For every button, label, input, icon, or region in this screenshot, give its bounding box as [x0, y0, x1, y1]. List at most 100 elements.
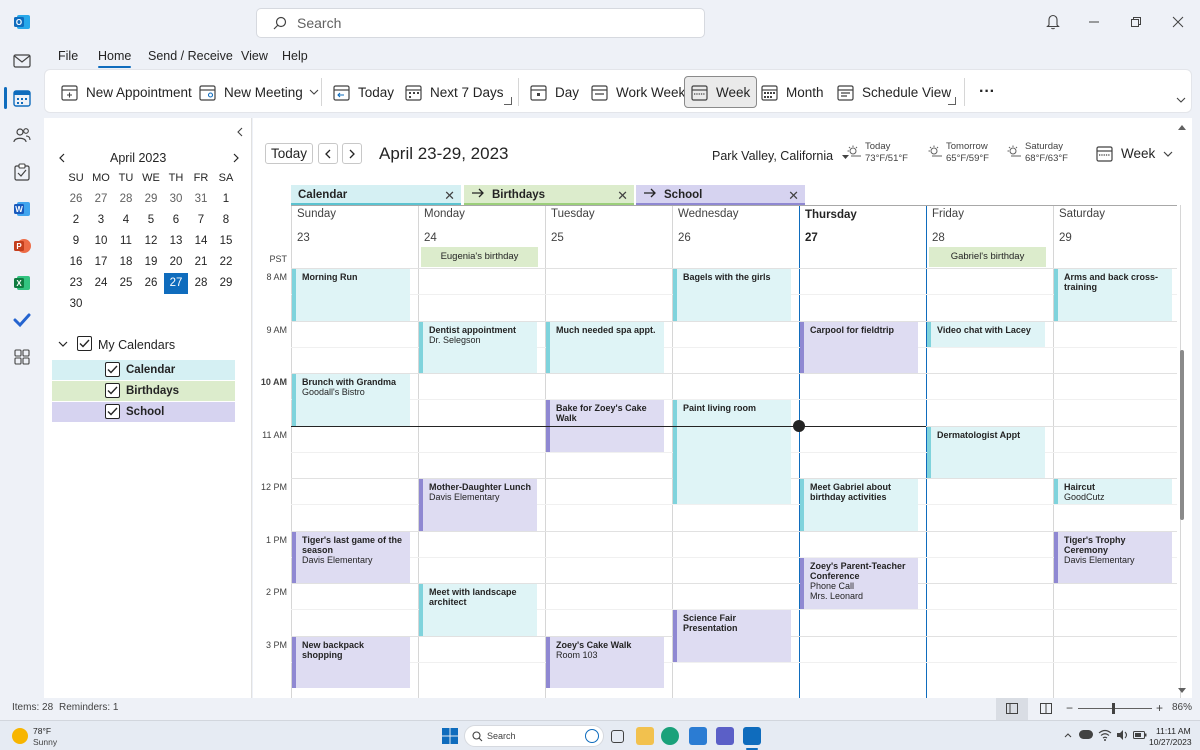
work-week-view-button[interactable]: Work Week [585, 76, 691, 108]
mini-calendar-day[interactable]: 24 [89, 273, 113, 294]
calendar-event[interactable]: Morning Run [292, 269, 410, 321]
day-header[interactable]: Wednesday [678, 208, 739, 220]
mini-calendar-day[interactable]: 12 [139, 231, 163, 252]
my-calendars-checkbox[interactable] [77, 336, 92, 351]
zoom-slider[interactable] [1078, 708, 1152, 709]
mini-calendar-day[interactable]: 16 [64, 252, 88, 273]
mini-calendar-day[interactable]: 28 [114, 189, 138, 210]
mini-calendar-day[interactable]: 29 [214, 273, 238, 294]
close-tab-icon[interactable]: ✕ [788, 188, 799, 204]
mini-calendar-day[interactable]: 15 [214, 231, 238, 252]
todo-icon[interactable] [10, 308, 34, 332]
calendar-event[interactable]: Paint living room [673, 400, 791, 505]
word-icon[interactable]: W [10, 197, 34, 221]
minimize-icon[interactable] [1084, 12, 1104, 32]
mini-calendar-day[interactable]: 20 [164, 252, 188, 273]
next-week-button[interactable] [342, 143, 362, 164]
dialog-launcher-icon[interactable] [504, 97, 512, 105]
week-view-button[interactable]: Week [684, 76, 758, 108]
ribbon-collapse-chevron-icon[interactable] [1176, 97, 1186, 103]
scroll-up-arrow-icon[interactable] [1178, 125, 1186, 130]
all-day-event[interactable]: Eugenia's birthday [421, 247, 538, 267]
day-number[interactable]: 26 [678, 232, 691, 244]
today-ribbon-button[interactable]: Today [327, 76, 400, 108]
calendar-event[interactable]: Video chat with Lacey [927, 321, 1045, 347]
day-number[interactable]: 28 [932, 232, 945, 244]
wifi-icon[interactable] [1098, 729, 1112, 741]
mini-calendar-day[interactable]: 3 [89, 210, 113, 231]
menu-send-receive[interactable]: Send / Receive [148, 49, 233, 63]
vertical-scrollbar[interactable] [1180, 350, 1184, 520]
mini-calendar-day[interactable]: 25 [114, 273, 138, 294]
mini-calendar-day[interactable]: 30 [64, 294, 88, 315]
mini-calendar-day[interactable]: 21 [189, 252, 213, 273]
mini-calendar-day[interactable]: 17 [89, 252, 113, 273]
mini-calendar-day[interactable]: 23 [64, 273, 88, 294]
mini-calendar-day[interactable]: 18 [114, 252, 138, 273]
onedrive-cloud-icon[interactable] [1079, 730, 1093, 739]
schedule-view-button[interactable]: Schedule View [831, 76, 957, 108]
mini-calendar-day[interactable]: 29 [139, 189, 163, 210]
calendar-event[interactable]: Tiger's Trophy Ceremony Davis Elementary [1054, 531, 1172, 583]
mini-calendar-day[interactable]: 4 [114, 210, 138, 231]
notifications-bell-icon[interactable] [1043, 12, 1063, 32]
new-meeting-button[interactable]: New Meeting [193, 76, 325, 108]
day-number[interactable]: 25 [551, 232, 564, 244]
day-header[interactable]: Friday [932, 208, 964, 220]
mini-calendar-day[interactable]: 26 [64, 189, 88, 210]
day-header[interactable]: Saturday [1059, 208, 1105, 220]
calendar-tab[interactable]: Birthdays ✕ [464, 185, 634, 205]
weather-sun-icon[interactable] [12, 728, 28, 744]
next-month-icon[interactable] [232, 153, 240, 163]
day-number[interactable]: 23 [297, 232, 310, 244]
mini-calendar-day[interactable]: 30 [164, 189, 188, 210]
mini-calendar-day[interactable]: 2 [64, 210, 88, 231]
calendar-event[interactable]: Zoey's Cake Walk Room 103 [546, 636, 664, 688]
calendar-event[interactable]: New backpack shopping [292, 636, 410, 688]
powerpoint-icon[interactable]: P [10, 234, 34, 258]
mini-calendar-day[interactable]: 31 [189, 189, 213, 210]
menu-file[interactable]: File [58, 49, 78, 63]
volume-icon[interactable] [1116, 729, 1130, 741]
calendar-list-item[interactable]: School [52, 402, 235, 422]
reading-view-icon[interactable] [1040, 703, 1052, 714]
mini-calendar-day[interactable]: 6 [164, 210, 188, 231]
day-number[interactable]: 24 [424, 232, 437, 244]
mini-calendar-day[interactable]: 7 [189, 210, 213, 231]
mini-calendar-day[interactable]: 13 [164, 231, 188, 252]
calendar-event[interactable]: Tiger's last game of the season Davis Ele… [292, 531, 410, 583]
day-number[interactable]: 27 [805, 232, 818, 244]
calendar-event[interactable]: Dermatologist Appt [927, 426, 1045, 478]
calendar-event[interactable]: Bagels with the girls [673, 269, 791, 321]
calendar-tab[interactable]: School ✕ [636, 185, 805, 205]
excel-icon[interactable]: X [10, 271, 34, 295]
calendar-event[interactable]: Arms and back cross-training [1054, 269, 1172, 321]
calendar-checkbox[interactable] [105, 362, 120, 377]
mini-calendar-day[interactable]: 19 [139, 252, 163, 273]
mini-calendar-day[interactable]: 1 [214, 189, 238, 210]
mini-calendar-day[interactable]: 10 [89, 231, 113, 252]
store-icon[interactable] [689, 727, 707, 745]
calendar-event[interactable]: Meet with landscape architect [419, 584, 537, 636]
file-explorer-icon[interactable] [636, 727, 654, 745]
today-button[interactable]: Today [265, 143, 313, 164]
day-header[interactable]: Sunday [297, 208, 336, 220]
apps-icon[interactable] [10, 345, 34, 369]
tasks-icon[interactable] [10, 160, 34, 184]
view-selector[interactable]: Week [1096, 145, 1173, 162]
task-view-icon[interactable] [611, 730, 624, 743]
calendar-list-item[interactable]: Calendar [52, 360, 235, 380]
menu-view[interactable]: View [241, 49, 268, 63]
zoom-out-icon[interactable]: − [1066, 701, 1073, 715]
edge-browser-icon[interactable] [661, 727, 679, 745]
mini-calendar-day[interactable]: 27 [164, 273, 188, 294]
windows-start-icon[interactable] [442, 728, 458, 744]
calendar-event[interactable]: Zoey's Parent-Teacher Conference Phone Ca… [800, 557, 918, 610]
normal-view-button[interactable] [996, 698, 1028, 720]
day-view-button[interactable]: Day [524, 76, 585, 108]
mini-calendar-day[interactable]: 8 [214, 210, 238, 231]
calendar-list-item[interactable]: Birthdays [52, 381, 235, 401]
show-hidden-icons-chevron-icon[interactable] [1064, 733, 1072, 738]
mini-calendar-day[interactable]: 28 [189, 273, 213, 294]
day-number[interactable]: 29 [1059, 232, 1072, 244]
